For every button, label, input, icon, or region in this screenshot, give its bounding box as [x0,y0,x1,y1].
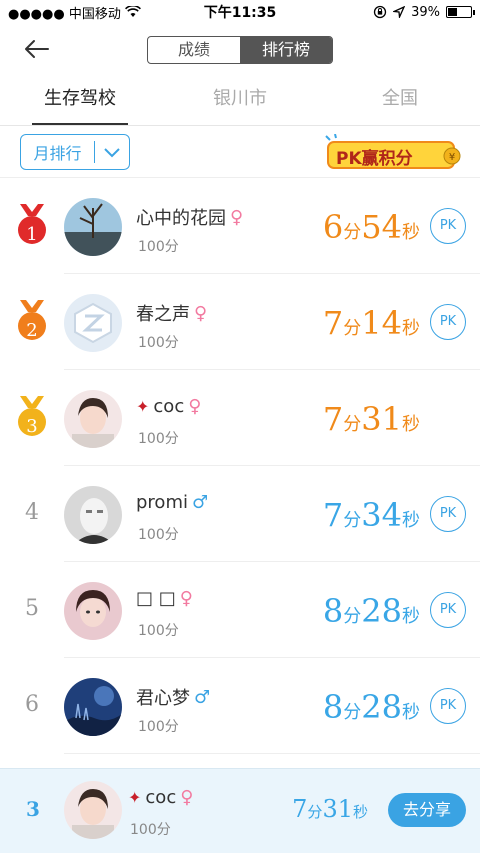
user-score: 100分 [138,431,179,447]
leaderboard-row: 4 promi ♂ 100分 7分34秒 PK [0,468,480,564]
female-icon: ♀ [179,588,193,609]
female-icon: ♀ [194,302,208,324]
finish-time: 7分14秒 [322,304,420,342]
battery-label: 39% [411,4,440,20]
status-time: 下午11:35 [203,5,277,21]
rank-number: 6 [25,692,39,717]
user-name: promi [136,492,188,513]
user-name: □ □ [136,588,176,609]
row-divider [64,273,480,274]
tab-national[interactable]: 全国 [320,76,480,126]
segmented-control: 成绩 排行榜 [147,36,333,64]
leaderboard-row: 1 心中的花园 ♀ 100分 6分54秒 PK [0,180,480,276]
leaderboard-row: 6 君心梦 ♂ 100分 8分28秒 PK [0,660,480,756]
location-icon [393,6,406,18]
my-avatar[interactable] [64,781,122,839]
avatar[interactable] [64,582,122,640]
badge-icon: ✦ [136,397,150,416]
finish-time: 8分28秒 [322,592,420,630]
segment-leaderboard[interactable]: 排行榜 [240,37,332,63]
rank-number: 1 [26,224,38,245]
status-bar: ●●●●● 中国移动 下午11:35 39% [0,0,480,24]
row-divider [64,561,480,562]
user-name: 心中的花园 [136,208,226,229]
finish-time: 6分54秒 [322,208,420,246]
rotation-lock-icon [373,5,387,19]
row-divider [64,753,480,754]
female-icon: ♀ [188,396,202,417]
leaderboard-row: 5 □ □ ♀ 100分 8分28秒 PK [0,564,480,660]
badge-icon: ✦ [128,788,142,807]
tab-divider [0,125,480,126]
user-name: 君心梦 [136,688,190,709]
leaderboard-row: 2 春之声 ♀ 100分 7分14秒 PK [0,276,480,372]
tab-school[interactable]: 生存驾校 [0,76,160,126]
pk-button[interactable]: PK [430,208,466,244]
my-finish-time: 7分31秒 [292,795,368,823]
tab-city[interactable]: 银川市 [160,76,320,126]
scope-tabs: 生存驾校 银川市 全国 [0,76,480,126]
my-rank-number: 3 [26,797,40,821]
user-score: 100分 [138,719,179,735]
row-divider [64,657,480,658]
user-name: 春之声 [136,304,190,325]
back-arrow-icon[interactable] [22,34,52,64]
rank-number: 3 [26,416,38,437]
avatar[interactable] [64,486,122,544]
user-name: coc [153,396,185,417]
list-divider [0,177,480,178]
pk-banner-text: PK赢积分 [336,149,413,169]
share-button[interactable]: 去分享 [388,793,466,827]
pk-bonus-banner[interactable]: ¥ PK赢积分 [322,133,462,172]
avatar[interactable] [64,294,122,352]
rank-number: 4 [25,500,39,525]
wifi-icon [124,6,141,17]
pk-button[interactable]: PK [430,496,466,532]
finish-time: 7分31秒 [322,400,420,438]
segment-scores[interactable]: 成绩 [148,37,240,63]
male-icon: ♂ [194,686,211,708]
pk-button[interactable]: PK [430,592,466,628]
finish-time: 8分28秒 [322,688,420,726]
pk-button[interactable]: PK [430,304,466,340]
user-score: 100分 [138,527,179,543]
avatar[interactable] [64,198,122,256]
user-score: 100分 [138,623,179,639]
leaderboard-row: 3 ✦ coc ♀ 100分 7分31秒 [0,372,480,468]
svg-text:¥: ¥ [449,152,455,163]
my-score: 100分 [130,822,171,838]
period-label: 月排行 [33,144,82,163]
chevron-down-icon [95,146,129,158]
user-score: 100分 [138,335,179,351]
rank-number: 5 [25,596,39,621]
female-icon: ♀ [180,787,194,808]
row-divider [64,369,480,370]
period-dropdown[interactable]: 月排行 [20,134,130,170]
user-score: 100分 [138,239,179,255]
avatar[interactable] [64,390,122,448]
nav-bar: 成绩 排行榜 [0,26,480,72]
my-rank-row: 3 ✦ coc ♀ 100分 7分31秒 去分享 [0,768,480,853]
female-icon: ♀ [230,206,244,228]
carrier-label: ●●●●● 中国移动 [8,6,121,22]
avatar[interactable] [64,678,122,736]
male-icon: ♂ [191,492,209,513]
row-divider [64,465,480,466]
finish-time: 7分34秒 [322,496,420,534]
my-name: coc [145,787,177,808]
battery-icon [446,6,475,18]
rank-number: 2 [26,320,38,341]
pk-button[interactable]: PK [430,688,466,724]
